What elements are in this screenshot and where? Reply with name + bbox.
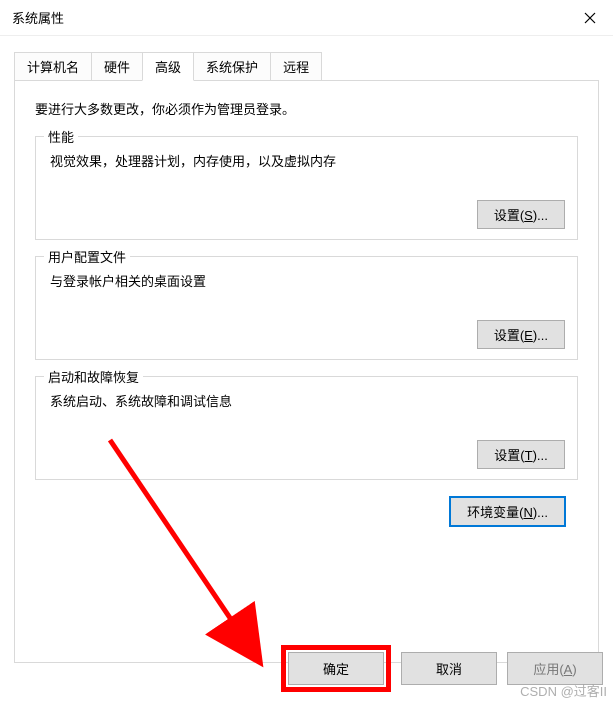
dialog-footer: 确定 取消 应用(A)	[281, 645, 603, 692]
user-profiles-desc: 与登录帐户相关的桌面设置	[50, 271, 565, 290]
tab-computer-name[interactable]: 计算机名	[14, 52, 92, 80]
tab-strip: 计算机名 硬件 高级 系统保护 远程	[14, 52, 599, 81]
window-title: 系统属性	[12, 8, 64, 27]
tab-remote[interactable]: 远程	[270, 52, 322, 80]
performance-settings-button[interactable]: 设置(S)...	[477, 200, 565, 229]
startup-recovery-settings-button[interactable]: 设置(T)...	[477, 440, 565, 469]
admin-intro-text: 要进行大多数更改，你必须作为管理员登录。	[35, 99, 578, 118]
apply-button[interactable]: 应用(A)	[507, 652, 603, 685]
performance-title: 性能	[44, 127, 78, 146]
cancel-button[interactable]: 取消	[401, 652, 497, 685]
startup-recovery-group: 启动和故障恢复 系统启动、系统故障和调试信息 设置(T)...	[35, 376, 578, 480]
tab-panel-advanced: 要进行大多数更改，你必须作为管理员登录。 性能 视觉效果，处理器计划，内存使用，…	[14, 81, 599, 663]
tab-advanced[interactable]: 高级	[142, 52, 194, 81]
user-profiles-settings-button[interactable]: 设置(E)...	[477, 320, 565, 349]
startup-recovery-desc: 系统启动、系统故障和调试信息	[50, 391, 565, 410]
ok-button[interactable]: 确定	[288, 652, 384, 685]
tab-hardware[interactable]: 硬件	[91, 52, 143, 80]
user-profiles-title: 用户配置文件	[44, 247, 130, 266]
close-icon[interactable]	[567, 0, 613, 36]
performance-desc: 视觉效果，处理器计划，内存使用，以及虚拟内存	[50, 151, 565, 170]
user-profiles-group: 用户配置文件 与登录帐户相关的桌面设置 设置(E)...	[35, 256, 578, 360]
startup-recovery-title: 启动和故障恢复	[44, 367, 143, 386]
performance-group: 性能 视觉效果，处理器计划，内存使用，以及虚拟内存 设置(S)...	[35, 136, 578, 240]
tab-system-protection[interactable]: 系统保护	[193, 52, 271, 80]
ok-highlight-box: 确定	[281, 645, 391, 692]
titlebar: 系统属性	[0, 0, 613, 36]
environment-variables-button[interactable]: 环境变量(N)...	[449, 496, 566, 527]
